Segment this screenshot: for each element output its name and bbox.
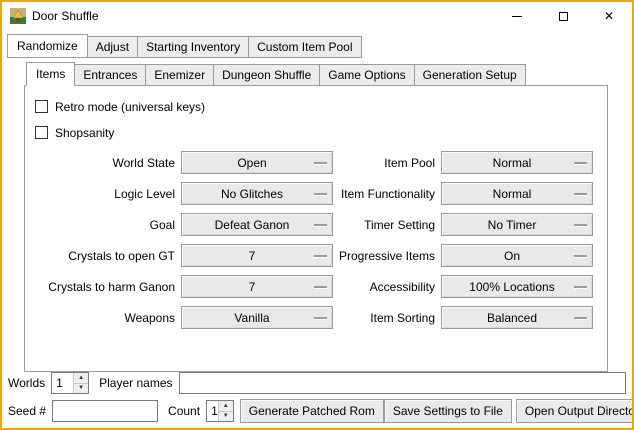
options-column-left: World State Open Logic Level No Glitches: [35, 151, 333, 337]
weapons-dropdown[interactable]: Vanilla: [181, 306, 333, 329]
checkbox-box-icon: [35, 100, 48, 113]
item-pool-label: Item Pool: [333, 156, 435, 170]
inner-notebook: Items Entrances Enemizer Dungeon Shuffle…: [24, 62, 608, 372]
tab-generation-setup[interactable]: Generation Setup: [414, 64, 526, 86]
checkbox-shopsanity-label: Shopsanity: [55, 126, 114, 140]
window-title: Door Shuffle: [32, 9, 99, 23]
weapons-label: Weapons: [35, 311, 175, 325]
tab-randomize[interactable]: Randomize: [7, 34, 88, 58]
generate-patched-rom-button[interactable]: Generate Patched Rom: [240, 399, 384, 423]
dropdown-indicator-icon: [574, 162, 587, 164]
timer-setting-dropdown[interactable]: No Timer: [441, 213, 593, 236]
timer-setting-label: Timer Setting: [333, 218, 435, 232]
minimize-button[interactable]: [494, 2, 540, 30]
options-grid: World State Open Logic Level No Glitches: [35, 151, 607, 337]
dropdown-indicator-icon: [574, 286, 587, 288]
spin-down-icon[interactable]: ▼: [74, 384, 88, 394]
progressive-items-dropdown[interactable]: On: [441, 244, 593, 267]
title-bar: Door Shuffle ✕: [2, 2, 632, 30]
player-names-input[interactable]: [179, 372, 627, 394]
close-button[interactable]: ✕: [586, 2, 632, 30]
spin-up-icon[interactable]: ▲: [219, 401, 233, 412]
window: Door Shuffle ✕ Randomize Adjust Starting…: [0, 0, 634, 430]
dropdown-indicator-icon: [574, 255, 587, 257]
checkbox-shopsanity[interactable]: Shopsanity: [35, 122, 607, 143]
spin-up-icon[interactable]: ▲: [74, 373, 88, 384]
tab-items[interactable]: Items: [26, 62, 75, 86]
checkbox-box-icon: [35, 126, 48, 139]
spin-down-icon[interactable]: ▼: [219, 412, 233, 422]
accessibility-label: Accessibility: [333, 280, 435, 294]
outer-tab-bar: Randomize Adjust Starting Inventory Cust…: [7, 34, 632, 58]
dropdown-indicator-icon: [314, 317, 327, 319]
crystals-harm-ganon-label: Crystals to harm Ganon: [35, 280, 175, 294]
checkbox-retro-mode[interactable]: Retro mode (universal keys): [35, 96, 607, 117]
item-functionality-label: Item Functionality: [333, 187, 435, 201]
dropdown-indicator-icon: [314, 193, 327, 195]
tab-enemizer[interactable]: Enemizer: [145, 64, 214, 86]
dropdown-indicator-icon: [574, 317, 587, 319]
worlds-spinbox[interactable]: 1 ▲ ▼: [51, 372, 89, 394]
accessibility-dropdown[interactable]: 100% Locations: [441, 275, 593, 298]
items-tab-pane: Retro mode (universal keys) Shopsanity W…: [24, 85, 608, 372]
player-names-label: Player names: [99, 376, 172, 390]
dropdown-indicator-icon: [314, 286, 327, 288]
world-state-dropdown[interactable]: Open: [181, 151, 333, 174]
crystals-harm-ganon-dropdown[interactable]: 7: [181, 275, 333, 298]
tab-game-options[interactable]: Game Options: [319, 64, 414, 86]
checkbox-retro-mode-label: Retro mode (universal keys): [55, 100, 205, 114]
maximize-button[interactable]: [540, 2, 586, 30]
count-spinbox[interactable]: 1 ▲ ▼: [206, 400, 234, 422]
progressive-items-label: Progressive Items: [333, 249, 435, 263]
caption-buttons: ✕: [494, 2, 632, 30]
logic-level-dropdown[interactable]: No Glitches: [181, 182, 333, 205]
inner-tab-bar: Items Entrances Enemizer Dungeon Shuffle…: [24, 62, 608, 85]
seed-input[interactable]: [52, 400, 158, 422]
dropdown-indicator-icon: [314, 162, 327, 164]
worlds-label: Worlds: [8, 376, 45, 390]
tab-custom-item-pool[interactable]: Custom Item Pool: [248, 36, 361, 58]
dropdown-indicator-icon: [574, 193, 587, 195]
logic-level-label: Logic Level: [35, 187, 175, 201]
close-icon: ✕: [604, 10, 614, 22]
maximize-icon: [559, 12, 568, 21]
options-column-right: Item Pool Normal Item Functionality Norm…: [333, 151, 593, 337]
world-state-label: World State: [35, 156, 175, 170]
dropdown-indicator-icon: [574, 224, 587, 226]
app-icon: [10, 8, 26, 24]
tab-adjust[interactable]: Adjust: [87, 36, 138, 58]
window-content: Randomize Adjust Starting Inventory Cust…: [2, 30, 632, 430]
dropdown-indicator-icon: [314, 224, 327, 226]
tab-entrances[interactable]: Entrances: [74, 64, 146, 86]
goal-label: Goal: [35, 218, 175, 232]
worlds-row: Worlds 1 ▲ ▼ Player names: [8, 372, 626, 394]
seed-row: Seed # Count 1 ▲ ▼ Generate Patched Rom …: [8, 399, 626, 423]
item-functionality-dropdown[interactable]: Normal: [441, 182, 593, 205]
item-sorting-dropdown[interactable]: Balanced: [441, 306, 593, 329]
count-label: Count: [168, 404, 200, 418]
goal-dropdown[interactable]: Defeat Ganon: [181, 213, 333, 236]
crystals-open-gt-label: Crystals to open GT: [35, 249, 175, 263]
seed-label: Seed #: [8, 404, 46, 418]
minimize-icon: [512, 16, 522, 17]
open-output-directory-button[interactable]: Open Output Directory: [516, 399, 634, 423]
crystals-open-gt-dropdown[interactable]: 7: [181, 244, 333, 267]
item-sorting-label: Item Sorting: [333, 311, 435, 325]
save-settings-button[interactable]: Save Settings to File: [384, 399, 512, 423]
tab-dungeon-shuffle[interactable]: Dungeon Shuffle: [213, 64, 320, 86]
item-pool-dropdown[interactable]: Normal: [441, 151, 593, 174]
bottom-bar: Worlds 1 ▲ ▼ Player names Seed # Count 1: [2, 372, 632, 430]
dropdown-indicator-icon: [314, 255, 327, 257]
tab-starting-inventory[interactable]: Starting Inventory: [137, 36, 249, 58]
